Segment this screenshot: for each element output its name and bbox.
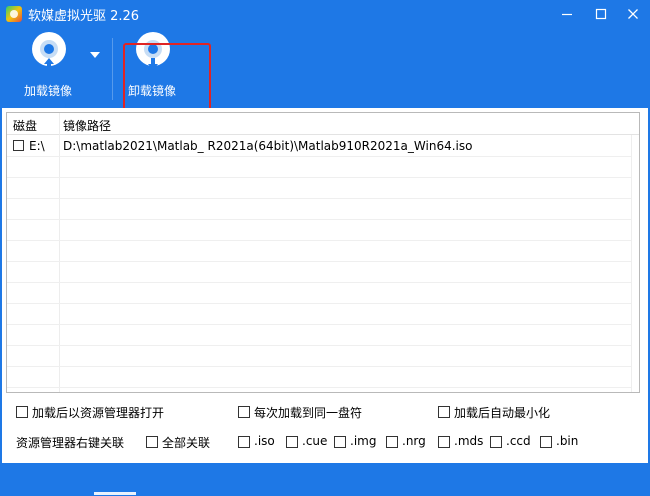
context-menu-label: 资源管理器右键关联 <box>16 436 125 450</box>
table-row-empty <box>7 220 639 241</box>
checkbox[interactable] <box>438 406 450 418</box>
table-row-empty <box>7 199 639 220</box>
row-drive-letter: E:\ <box>29 139 45 153</box>
mount-options-dropdown[interactable] <box>86 46 104 66</box>
maximize-button[interactable] <box>584 0 618 28</box>
extension-label: .img <box>350 434 377 448</box>
chevron-down-icon <box>90 52 100 58</box>
close-button[interactable] <box>616 0 650 28</box>
title-bar[interactable]: 软媒虚拟光驱 2.26 <box>0 0 650 28</box>
table-header: 磁盘 镜像路径 <box>7 113 639 135</box>
table-row-empty <box>7 283 639 304</box>
checkbox[interactable] <box>146 436 158 448</box>
toolbar: 加载镜像 卸载镜像 <box>0 28 650 133</box>
toolbar-divider <box>112 38 113 100</box>
status-bar <box>0 463 650 496</box>
table-row-empty <box>7 325 639 346</box>
window-title: 软媒虚拟光驱 2.26 <box>28 9 140 24</box>
maximize-icon <box>595 8 607 20</box>
mount-image-button[interactable]: 加载镜像 <box>18 28 84 106</box>
checkbox[interactable] <box>16 406 28 418</box>
close-icon <box>628 9 638 19</box>
app-logo-icon <box>6 6 22 22</box>
arrow-up-icon <box>44 58 54 70</box>
associate-all-label: 全部关联 <box>162 436 211 450</box>
table-row-empty <box>7 178 639 199</box>
app-window: 软媒虚拟光驱 2.26 加载镜像 卸载镜像 磁盘 镜像路径 E:\ D:\mat… <box>0 0 650 496</box>
extension-label: .cue <box>302 434 328 448</box>
column-header-path[interactable]: 镜像路径 <box>63 117 111 134</box>
drive-table: 磁盘 镜像路径 E:\ D:\matlab2021\Matlab_ R2021a(… <box>6 112 640 393</box>
checkbox[interactable] <box>540 436 552 448</box>
checkbox[interactable] <box>386 436 398 448</box>
same-drive-label: 每次加载到同一盘符 <box>254 406 363 420</box>
table-row-empty <box>7 262 639 283</box>
row-image-path: D:\matlab2021\Matlab_ R2021a(64bit)\Matl… <box>63 139 473 153</box>
row-checkbox[interactable] <box>13 140 24 151</box>
table-row-empty <box>7 367 639 388</box>
table-row-empty <box>7 157 639 178</box>
table-scroll-gutter <box>631 135 639 392</box>
checkbox[interactable] <box>334 436 346 448</box>
checkbox[interactable] <box>286 436 298 448</box>
minimize-icon <box>562 13 572 16</box>
auto-minimize-label: 加载后自动最小化 <box>454 406 551 420</box>
mount-image-label: 加载镜像 <box>24 84 73 98</box>
table-row-empty <box>7 304 639 325</box>
table-row-empty <box>7 346 639 367</box>
extension-label: .ccd <box>506 434 531 448</box>
open-explorer-label: 加载后以资源管理器打开 <box>32 406 165 420</box>
minimize-button[interactable] <box>550 0 584 28</box>
extension-label: .bin <box>556 434 579 448</box>
table-row-empty <box>7 241 639 262</box>
checkbox[interactable] <box>490 436 502 448</box>
column-header-drive[interactable]: 磁盘 <box>13 117 37 134</box>
extension-label: .nrg <box>402 434 426 448</box>
main-panel: 磁盘 镜像路径 E:\ D:\matlab2021\Matlab_ R2021a(… <box>2 108 648 463</box>
checkbox[interactable] <box>238 406 250 418</box>
table-row[interactable]: E:\ D:\matlab2021\Matlab_ R2021a(64bit)\M… <box>7 136 639 157</box>
extension-label: .mds <box>454 434 484 448</box>
checkbox[interactable] <box>438 436 450 448</box>
extension-label: .iso <box>254 434 275 448</box>
status-indicator <box>94 492 136 495</box>
checkbox[interactable] <box>238 436 250 448</box>
